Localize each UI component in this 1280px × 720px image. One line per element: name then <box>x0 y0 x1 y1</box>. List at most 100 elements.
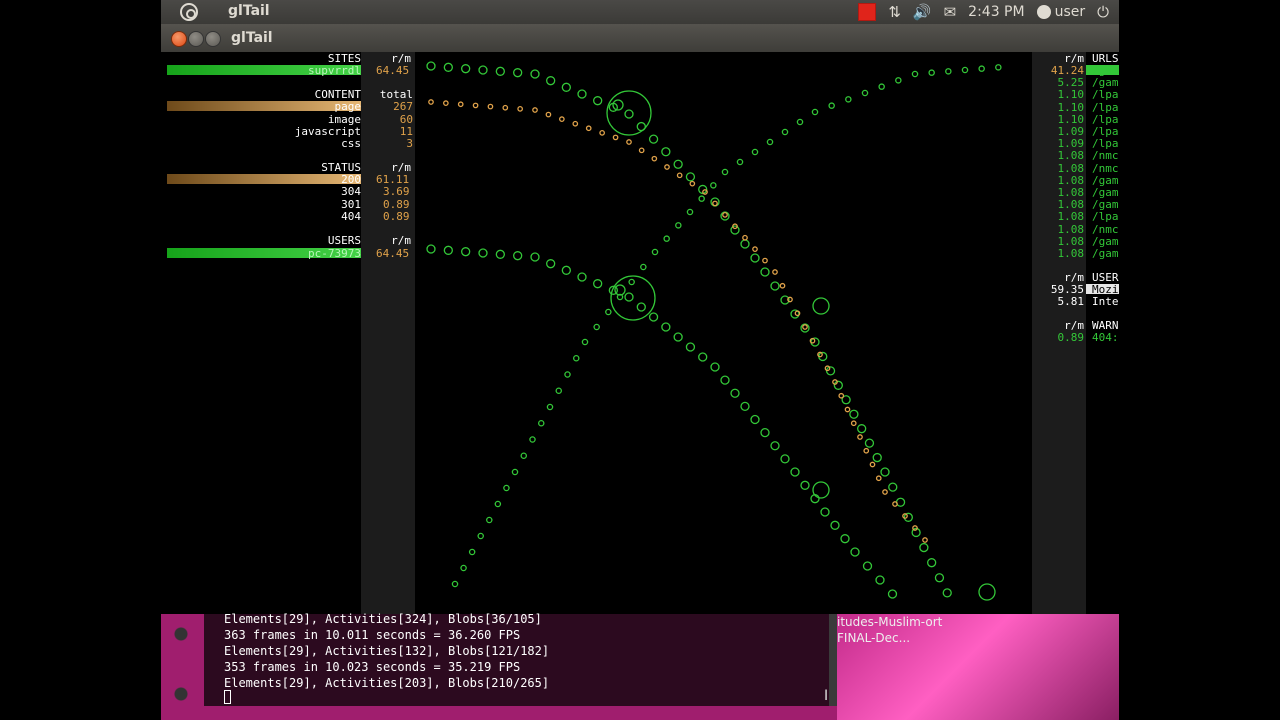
activity-blob <box>624 292 634 302</box>
activity-blob <box>919 542 929 553</box>
window-close-button[interactable] <box>171 31 187 47</box>
activity-blob <box>710 182 717 189</box>
network-icon[interactable]: ⇅ <box>888 3 901 21</box>
activity-blob <box>451 580 459 588</box>
urls-label: /nmc <box>1092 222 1119 236</box>
gltail-viewport[interactable]: SITES supvrrdl CONTENT page image javasc… <box>161 52 1119 614</box>
user_agents-rate: 5.81 <box>1057 295 1085 309</box>
window-titlebar[interactable]: glTail <box>161 24 1119 53</box>
urls-rate: 1.08 <box>1057 234 1085 248</box>
activity-blob <box>869 461 876 468</box>
activity-blob <box>581 338 589 346</box>
activity-blob <box>661 147 671 157</box>
clock[interactable]: 2:43 PM <box>968 4 1024 20</box>
window-maximize-button[interactable] <box>205 31 221 47</box>
background-window[interactable]: itudes-Muslim-ort FINAL-Dec... <box>837 614 1119 720</box>
volume-icon[interactable]: 🔊 <box>913 3 932 21</box>
activity-blob <box>593 96 603 106</box>
activity-blob <box>495 66 505 76</box>
activity-blob <box>461 247 471 257</box>
activity-blob <box>585 125 592 132</box>
activity-blob <box>626 139 632 145</box>
left-stats-panel: SITES supvrrdl CONTENT page image javasc… <box>161 52 361 614</box>
terminal-window[interactable]: Elements[29], Activities[324], Blobs[36/… <box>204 612 829 706</box>
activity-blob <box>928 69 935 76</box>
activity-blob <box>849 409 859 419</box>
activity-blob <box>428 99 434 105</box>
top-panel: glTail ⇅ 🔊 ✉ 2:43 PM user ⏻ <box>161 0 1119 24</box>
activity-blob <box>698 195 705 202</box>
activity-blob <box>624 109 634 119</box>
urls-label: /gam <box>1092 186 1119 199</box>
activity-blob <box>895 77 902 84</box>
activity-blob <box>736 158 744 166</box>
urls-rate: 1.08 <box>1057 210 1085 224</box>
activity-blob <box>664 164 670 170</box>
activity-blob <box>760 427 770 438</box>
activity-blob <box>750 414 760 425</box>
activity-blob <box>561 82 571 92</box>
urls-label: /nmc <box>1092 149 1119 163</box>
urls-rate: 41.24 <box>1050 64 1084 77</box>
activity-blob <box>861 89 869 97</box>
mail-icon[interactable]: ✉ <box>944 3 957 21</box>
activity-blob <box>513 68 523 78</box>
activity-blob <box>820 507 830 517</box>
site-rate: 64.45 <box>376 64 410 77</box>
activity-blob <box>911 70 919 78</box>
activity-blob <box>460 564 467 572</box>
ubuntu-logo-icon[interactable] <box>180 3 198 21</box>
status-rate: 3.69 <box>383 185 410 198</box>
activity-blob <box>750 253 760 263</box>
urls-label: /lpa <box>1092 100 1119 114</box>
terminal-cursor <box>224 690 231 704</box>
activity-blob <box>857 424 867 434</box>
activity-blob <box>770 281 780 291</box>
urls-label: /lpa <box>1092 112 1119 126</box>
text-cursor-icon: I <box>824 688 829 704</box>
activity-blob <box>942 588 952 598</box>
activity-blob <box>478 248 488 258</box>
content-value: 3 <box>406 137 413 150</box>
status-label: 304 <box>341 185 361 198</box>
activity-blob <box>790 467 800 477</box>
user-status-icon <box>1036 5 1051 19</box>
activity-blob <box>675 222 682 229</box>
activity-blob <box>961 66 969 74</box>
activity-blob <box>530 69 540 79</box>
user-menu[interactable]: user <box>1036 4 1085 20</box>
activity-blob <box>995 64 1002 71</box>
activity-blob <box>722 212 728 218</box>
activity-blob <box>878 83 885 90</box>
activity-blob <box>517 106 523 112</box>
user-rate: 64.45 <box>376 247 410 260</box>
window-minimize-button[interactable] <box>188 31 204 47</box>
activity-blob <box>486 516 493 524</box>
terminal-scrollbar[interactable] <box>829 614 837 706</box>
user_agents-rate: 59.35 <box>1050 283 1084 296</box>
activity-blob <box>802 324 808 330</box>
urls-rate: 1.10 <box>1057 112 1085 126</box>
red-indicator-icon[interactable] <box>858 3 877 21</box>
activity-blob <box>538 419 545 427</box>
activity-blob <box>468 548 476 556</box>
background-file-name: itudes-Muslim-ort FINAL-Dec... <box>837 615 943 645</box>
activity-blob <box>895 497 906 507</box>
terminal-line: Elements[29], Activities[132], Blobs[121… <box>224 644 550 658</box>
activity-blob <box>546 259 556 269</box>
activity-blob <box>555 387 562 394</box>
urls-rate: 1.08 <box>1057 198 1085 212</box>
power-icon[interactable]: ⏻ <box>1097 3 1109 21</box>
urls-label: /gam <box>1092 76 1119 90</box>
activity-blob <box>844 406 851 413</box>
activity-blob <box>742 234 748 241</box>
activity-blob <box>811 108 819 116</box>
content-label: css <box>341 137 361 150</box>
activity-blob <box>712 200 718 207</box>
activity-blob <box>796 118 804 126</box>
activity-blob <box>651 155 658 162</box>
terminal-line: Elements[29], Activities[324], Blobs[36/… <box>224 612 542 626</box>
activity-blob <box>487 103 494 110</box>
warnings-rate: 0.89 <box>1057 331 1085 344</box>
activity-blob <box>661 322 671 332</box>
